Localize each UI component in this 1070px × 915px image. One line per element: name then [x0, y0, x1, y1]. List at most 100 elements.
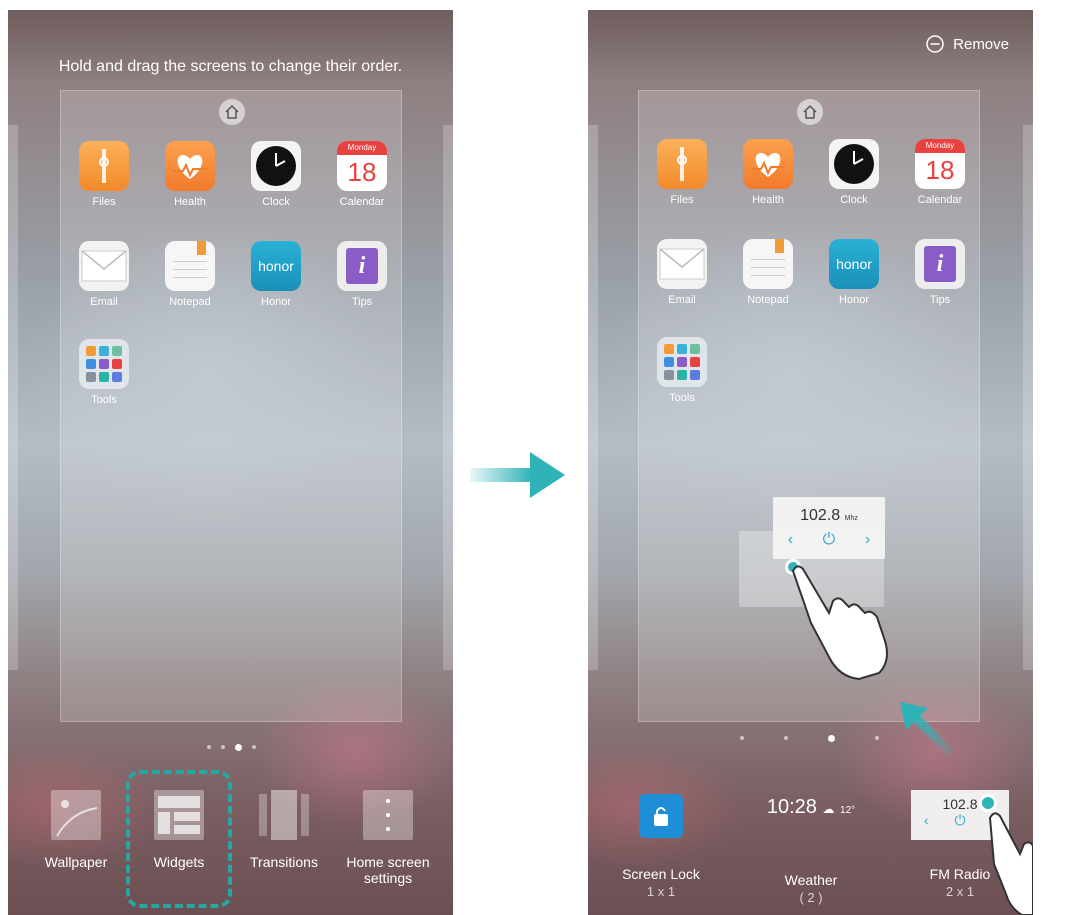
page-dot[interactable]	[221, 745, 225, 749]
email-envelope-icon	[79, 241, 129, 291]
lock-icon	[639, 794, 683, 838]
calendar-day-name: Monday	[915, 139, 965, 153]
weather-label: Weather	[784, 872, 838, 888]
app-tips[interactable]: i Tips	[905, 239, 975, 306]
app-label: Notepad	[169, 296, 211, 308]
hint-text: Hold and drag the screens to change thei…	[58, 58, 403, 75]
clock-icon	[251, 141, 301, 191]
app-label: Honor	[261, 296, 291, 308]
power-icon[interactable]: ⏻	[823, 531, 836, 549]
honor-logo-icon: honor	[829, 239, 879, 289]
tools-folder-icon	[657, 337, 707, 387]
app-label: Tools	[669, 392, 695, 404]
home-icon[interactable]	[219, 99, 245, 125]
home-icon[interactable]	[797, 99, 823, 125]
widget-screen-lock[interactable]: Screen Lock 1 x 1	[610, 790, 712, 899]
app-email[interactable]: Email	[647, 239, 717, 306]
app-tools-folder[interactable]: Tools	[647, 337, 717, 404]
wallpaper-button[interactable]: Wallpaper	[26, 790, 126, 870]
app-notepad[interactable]: Notepad	[733, 239, 803, 306]
app-calendar[interactable]: Monday 18 Calendar	[905, 139, 975, 206]
page-dot[interactable]	[740, 736, 744, 740]
home-screen-settings-button[interactable]: Home screen settings	[336, 790, 440, 886]
app-files[interactable]: Files	[647, 139, 717, 206]
home-screen-thumbnail[interactable]: Files Health Clock Monday 18 Calendar Em…	[60, 90, 402, 722]
fm-frequency: 102.8	[800, 507, 841, 524]
files-icon	[79, 141, 129, 191]
app-files[interactable]: Files	[69, 141, 139, 208]
app-clock[interactable]: Clock	[819, 139, 889, 206]
page-dot-active[interactable]	[235, 744, 242, 751]
arrow-right-icon	[470, 452, 565, 498]
app-label: Email	[668, 294, 696, 306]
screen-lock-size: 1 x 1	[646, 884, 676, 899]
files-icon	[657, 139, 707, 189]
page-indicator	[207, 744, 256, 751]
email-envelope-icon	[657, 239, 707, 289]
page-dot[interactable]	[875, 736, 879, 740]
app-label: Honor	[839, 294, 869, 306]
chevron-left-icon[interactable]: ‹	[788, 531, 793, 549]
widget-weather[interactable]: 10:28 ☁ 12° Weather ( 2 )	[756, 790, 866, 905]
page-dot[interactable]	[207, 745, 211, 749]
app-label: Files	[92, 196, 116, 208]
tools-folder-icon	[79, 339, 129, 389]
screen-lock-label: Screen Lock	[622, 866, 700, 882]
page-dot[interactable]	[784, 736, 788, 740]
app-label: Clock	[262, 196, 290, 208]
calendar-day-name: Monday	[337, 141, 387, 155]
app-label: Calendar	[339, 196, 385, 208]
app-label: Tips	[929, 294, 951, 306]
weather-temp: 12°	[840, 805, 856, 816]
app-honor[interactable]: honor Honor	[241, 241, 311, 308]
app-clock[interactable]: Clock	[241, 141, 311, 208]
health-heart-icon	[165, 141, 215, 191]
arrow-up-left-icon	[900, 702, 956, 758]
weather-time: 10:28	[766, 796, 817, 818]
calendar-day-number: 18	[347, 157, 377, 187]
app-label: Health	[752, 194, 784, 206]
tips-icon: i	[337, 241, 387, 291]
tips-icon: i	[915, 239, 965, 289]
hand-pointer-icon	[988, 812, 1033, 915]
clock-icon	[829, 139, 879, 189]
next-screen-peek[interactable]	[443, 125, 453, 670]
app-tips[interactable]: i Tips	[327, 241, 397, 308]
remove-label: Remove	[953, 35, 1009, 53]
wallpaper-icon	[51, 790, 101, 840]
app-label: Health	[174, 196, 206, 208]
app-notepad[interactable]: Notepad	[155, 241, 225, 308]
app-health[interactable]: Health	[733, 139, 803, 206]
prev-screen-peek[interactable]	[8, 125, 18, 670]
wallpaper-label: Wallpaper	[44, 854, 108, 870]
widgets-highlight-box	[126, 770, 232, 908]
chevron-right-icon[interactable]: ›	[865, 531, 870, 549]
transitions-button[interactable]: Transitions	[234, 790, 334, 870]
app-label: Files	[670, 194, 694, 206]
app-label: Tools	[91, 394, 117, 406]
power-icon: ⏻	[954, 812, 966, 828]
weather-widget-preview: 10:28 ☁ 12°	[756, 796, 866, 872]
fm-radio-widget-dragging[interactable]: 102.8 Mhz ‹ ⏻ ›	[773, 497, 885, 559]
remove-button[interactable]: Remove	[925, 34, 1009, 54]
app-honor[interactable]: honor Honor	[819, 239, 889, 306]
page-dot[interactable]	[252, 745, 256, 749]
app-email[interactable]: Email	[69, 241, 139, 308]
prev-screen-peek[interactable]	[588, 125, 598, 670]
next-screen-peek[interactable]	[1023, 125, 1033, 670]
app-health[interactable]: Health	[155, 141, 225, 208]
app-tools-folder[interactable]: Tools	[69, 339, 139, 406]
hand-pointer-icon	[791, 565, 888, 681]
app-label: Clock	[840, 194, 868, 206]
transitions-icon	[259, 790, 309, 840]
page-dot-active[interactable]	[828, 735, 835, 742]
remove-minus-circle-icon	[926, 35, 944, 53]
notepad-icon	[743, 239, 793, 289]
health-heart-icon	[743, 139, 793, 189]
app-label: Calendar	[917, 194, 963, 206]
home-screen-thumbnail[interactable]: Files Health Clock Monday 18 Calendar Em…	[638, 90, 980, 722]
weather-size: ( 2 )	[799, 890, 823, 905]
transitions-label: Transitions	[250, 854, 318, 870]
app-calendar[interactable]: Monday 18 Calendar	[327, 141, 397, 208]
page-indicator	[740, 735, 879, 742]
